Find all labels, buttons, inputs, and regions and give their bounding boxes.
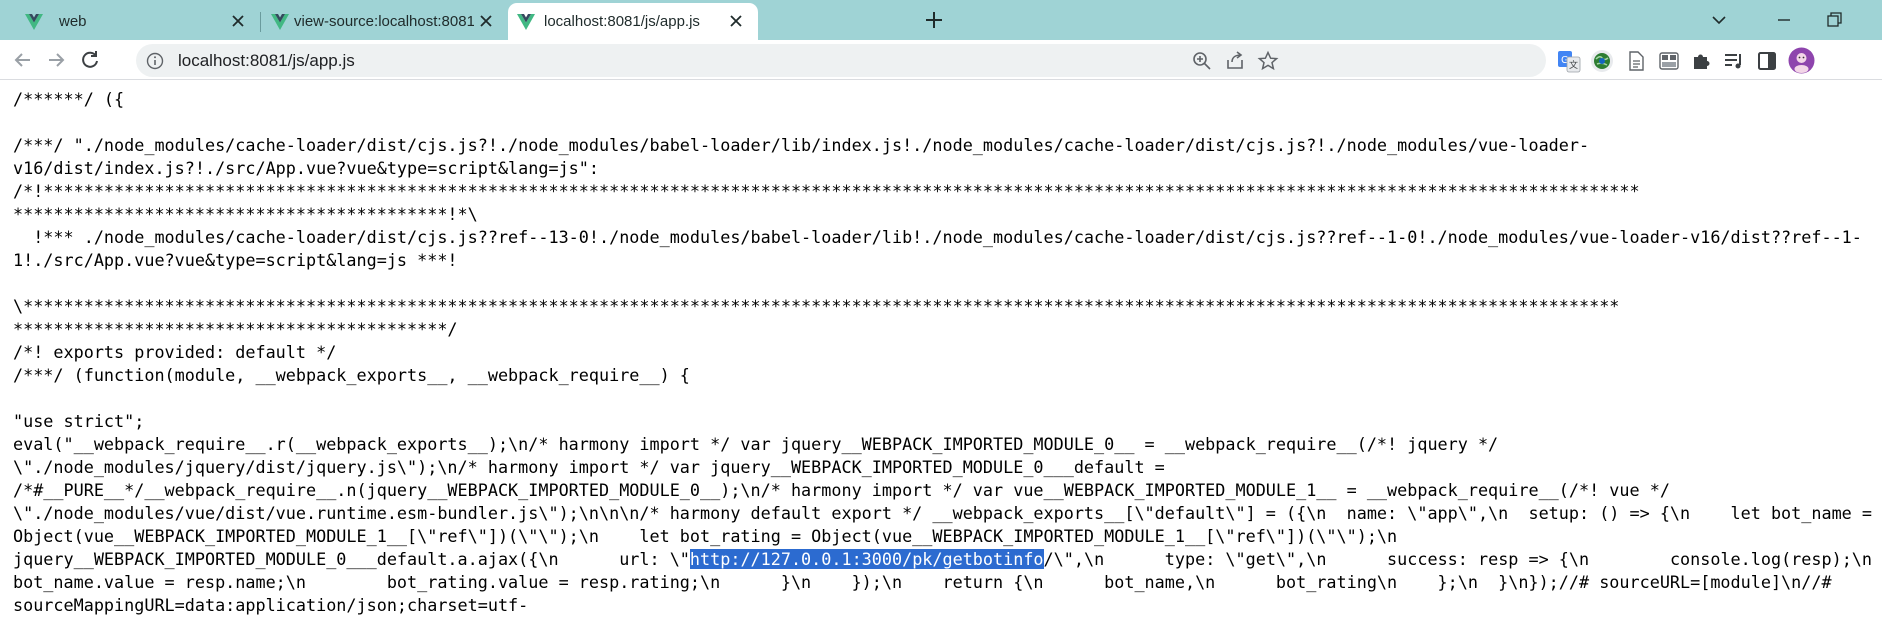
close-icon[interactable] xyxy=(476,11,496,31)
restore-icon[interactable] xyxy=(1820,6,1848,34)
code-line-with-selection: jquery__WEBPACK_IMPORTED_MODULE_0___defa… xyxy=(13,548,1882,571)
media-queue-icon[interactable] xyxy=(1722,49,1746,73)
code-line: Object(vue__WEBPACK_IMPORTED_MODULE_1__[… xyxy=(13,526,1398,546)
new-tab-icon[interactable] xyxy=(922,8,946,32)
layout-icon[interactable] xyxy=(1657,49,1681,73)
tab-title: web xyxy=(59,13,87,30)
chevron-down-icon[interactable] xyxy=(1705,6,1733,34)
document-icon[interactable] xyxy=(1624,49,1648,73)
puzzle-icon[interactable] xyxy=(1690,49,1714,73)
share-icon[interactable] xyxy=(1224,50,1246,72)
side-panel-icon[interactable] xyxy=(1755,49,1779,73)
close-icon[interactable] xyxy=(228,11,248,31)
code-line: /*!*************************************… xyxy=(13,181,1640,201)
code-line: v16/dist/index.js?!./src/App.vue?vue&typ… xyxy=(13,158,599,178)
code-line: \"./node_modules/vue/dist/vue.runtime.es… xyxy=(13,503,1872,523)
star-icon[interactable] xyxy=(1257,50,1279,72)
code-line: \"./node_modules/jquery/dist/jquery.js\"… xyxy=(13,457,1165,477)
url-text: localhost:8081/js/app.js xyxy=(178,51,355,70)
code-line: "use strict"; xyxy=(13,411,145,431)
selected-url[interactable]: http://127.0.0.1:3000/pk/getbotinfo xyxy=(689,549,1044,569)
source-code-view[interactable]: /******/ ({ /***/ "./node_modules/cache-… xyxy=(13,88,1882,617)
code-text: /\",\n type: \"get\",\n success: resp =>… xyxy=(1043,549,1873,569)
browser-toolbar: localhost:8081/js/app.js G 文 xyxy=(0,40,1882,80)
svg-text:文: 文 xyxy=(1569,59,1578,70)
tab-app-js[interactable]: localhost:8081/js/app.js xyxy=(508,3,758,40)
code-line: bot_name.value = resp.name;\n bot_rating… xyxy=(13,572,1832,592)
code-line: /***/ "./node_modules/cache-loader/dist/… xyxy=(13,135,1590,155)
vue-logo-icon xyxy=(517,14,535,30)
toolbar-divider xyxy=(0,79,1882,80)
code-line: sourceMappingURL=data:application/json;c… xyxy=(13,595,529,615)
code-line: /******/ ({ xyxy=(13,89,125,109)
tab-strip: web view-source:localhost:8081/#/ localh… xyxy=(0,0,1882,40)
close-icon[interactable] xyxy=(726,11,746,31)
info-icon[interactable] xyxy=(146,52,164,70)
green-globe-icon[interactable] xyxy=(1590,49,1614,73)
tab-view-source[interactable]: view-source:localhost:8081/#/ xyxy=(260,3,508,40)
code-line: eval("__webpack_require__.r(__webpack_ex… xyxy=(13,434,1499,454)
reload-icon[interactable] xyxy=(77,47,103,73)
address-bar[interactable]: localhost:8081/js/app.js xyxy=(136,44,1546,77)
vue-logo-icon xyxy=(271,14,289,30)
code-text: jquery__WEBPACK_IMPORTED_MODULE_0___defa… xyxy=(13,549,690,569)
code-line: ****************************************… xyxy=(13,204,478,224)
translate-icon[interactable]: G 文 xyxy=(1557,49,1581,73)
tab-title: view-source:localhost:8081/#/ xyxy=(294,13,474,30)
vue-logo-icon xyxy=(25,14,43,30)
code-line: \***************************************… xyxy=(13,296,1620,316)
code-line: /*! exports provided: default */ xyxy=(13,342,337,362)
code-line: /***/ (function(module, __webpack_export… xyxy=(13,365,690,385)
code-line: /*#__PURE__*/__webpack_require__.n(jquer… xyxy=(13,480,1670,500)
zoom-icon[interactable] xyxy=(1191,50,1213,72)
back-arrow-icon[interactable] xyxy=(10,47,36,73)
code-line: !*** ./node_modules/cache-loader/dist/cj… xyxy=(13,227,1862,247)
code-line: ****************************************… xyxy=(13,319,458,339)
code-line: 1!./src/App.vue?vue&type=script&lang=js … xyxy=(13,250,458,270)
tab-web[interactable]: web xyxy=(0,3,260,40)
tab-title: localhost:8081/js/app.js xyxy=(544,13,700,30)
profile-avatar-icon[interactable] xyxy=(1788,47,1815,74)
forward-arrow-icon[interactable] xyxy=(43,47,69,73)
minimize-icon[interactable] xyxy=(1770,6,1798,34)
